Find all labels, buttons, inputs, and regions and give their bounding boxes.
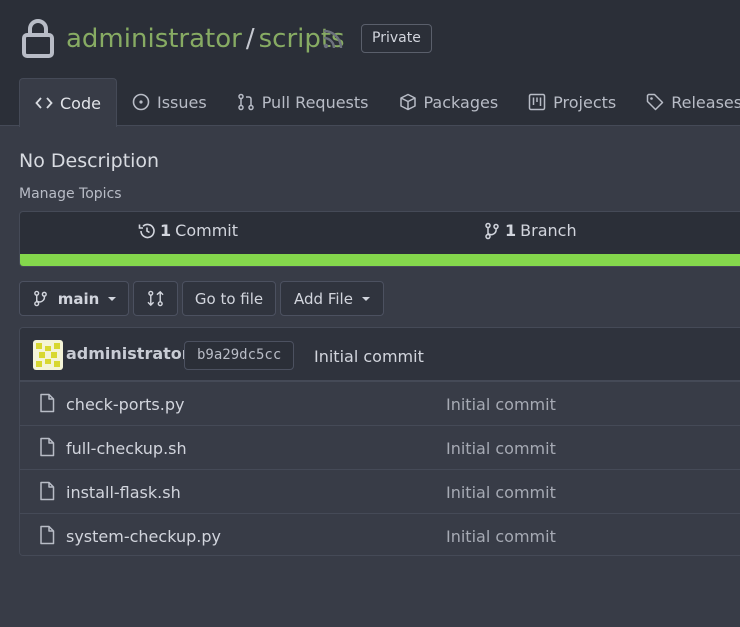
repo-owner-link[interactable]: administrator xyxy=(66,24,242,54)
branch-selector-label: main xyxy=(57,289,100,308)
file-commit-message[interactable]: Initial commit xyxy=(446,527,556,546)
commits-count: 1 xyxy=(160,221,172,240)
tab-releases-label: Releases xyxy=(671,92,740,112)
manage-topics-link[interactable]: Manage Topics xyxy=(19,186,122,202)
visibility-badge: Private xyxy=(361,24,432,53)
tab-code[interactable]: Code xyxy=(19,78,117,127)
tab-pull-requests[interactable]: Pull Requests xyxy=(222,78,384,126)
repo-title-separator: / xyxy=(245,24,255,54)
tab-releases[interactable]: Releases xyxy=(631,78,740,126)
compare-icon xyxy=(147,290,164,307)
file-icon xyxy=(40,393,55,413)
tab-projects[interactable]: Projects xyxy=(513,78,631,126)
project-icon xyxy=(528,93,546,111)
file-name-link[interactable]: system-checkup.py xyxy=(66,527,221,546)
file-name-link[interactable]: install-flask.sh xyxy=(66,483,181,502)
chevron-down-icon xyxy=(361,296,370,301)
chevron-down-icon xyxy=(108,296,117,301)
rss-feed-icon[interactable] xyxy=(322,28,344,50)
branch-icon xyxy=(485,222,499,239)
tab-issues[interactable]: Issues xyxy=(117,78,222,126)
repo-description: No Description xyxy=(19,150,160,172)
tab-pull-requests-label: Pull Requests xyxy=(261,92,369,112)
add-file-label: Add File xyxy=(294,289,353,308)
file-row[interactable]: install-flask.sh Initial commit xyxy=(20,469,740,513)
compare-button[interactable] xyxy=(133,281,178,316)
file-row[interactable]: full-checkup.sh Initial commit xyxy=(20,425,740,469)
tab-packages-label: Packages xyxy=(423,92,499,112)
file-commit-message[interactable]: Initial commit xyxy=(446,395,556,414)
latest-commit-row: administrator b9a29dc5cc Initial commit xyxy=(20,328,740,381)
file-name-link[interactable]: check-ports.py xyxy=(66,395,184,414)
repo-stats-bar: 1 Commit 1 Branch xyxy=(19,211,740,267)
repo-title: administrator / scripts xyxy=(66,22,345,56)
branches-label: Branch xyxy=(520,221,577,240)
tab-code-label: Code xyxy=(60,93,101,113)
tab-issues-label: Issues xyxy=(156,92,207,112)
file-icon xyxy=(40,525,55,545)
repo-header: administrator / scripts Private Code Issue… xyxy=(0,0,740,127)
commits-link[interactable]: 1 Commit xyxy=(138,221,238,240)
branch-icon xyxy=(33,290,47,307)
tag-icon xyxy=(646,93,664,111)
branch-selector-button[interactable]: main xyxy=(19,281,129,316)
file-commit-message[interactable]: Initial commit xyxy=(446,439,556,458)
code-icon xyxy=(35,97,53,109)
issue-icon xyxy=(132,93,150,111)
file-icon xyxy=(40,481,55,501)
go-to-file-button[interactable]: Go to file xyxy=(182,281,276,316)
tab-packages[interactable]: Packages xyxy=(384,78,514,126)
avatar[interactable] xyxy=(33,340,63,370)
file-row[interactable]: check-ports.py Initial commit xyxy=(20,381,740,425)
file-icon xyxy=(40,437,55,457)
commits-label: Commit xyxy=(175,221,238,240)
history-icon xyxy=(138,223,155,238)
file-row[interactable]: system-checkup.py Initial commit xyxy=(20,513,740,555)
branches-link[interactable]: 1 Branch xyxy=(483,221,577,240)
lock-icon xyxy=(22,19,54,58)
commit-message-link[interactable]: Initial commit xyxy=(314,347,424,366)
commit-sha-link[interactable]: b9a29dc5cc xyxy=(184,341,295,370)
pull-request-icon xyxy=(237,93,254,111)
file-commit-message[interactable]: Initial commit xyxy=(446,483,556,502)
commit-author-link[interactable]: administrator xyxy=(66,344,190,363)
tab-projects-label: Projects xyxy=(553,92,617,112)
branches-count: 1 xyxy=(505,221,517,240)
repo-tabs: Code Issues Pull Requests Packages Proje… xyxy=(19,78,740,127)
language-stats-bar[interactable] xyxy=(20,254,740,266)
file-name-link[interactable]: full-checkup.sh xyxy=(66,439,187,458)
add-file-button[interactable]: Add File xyxy=(280,281,384,316)
package-icon xyxy=(399,93,416,111)
file-list: administrator b9a29dc5cc Initial commit … xyxy=(19,327,740,556)
